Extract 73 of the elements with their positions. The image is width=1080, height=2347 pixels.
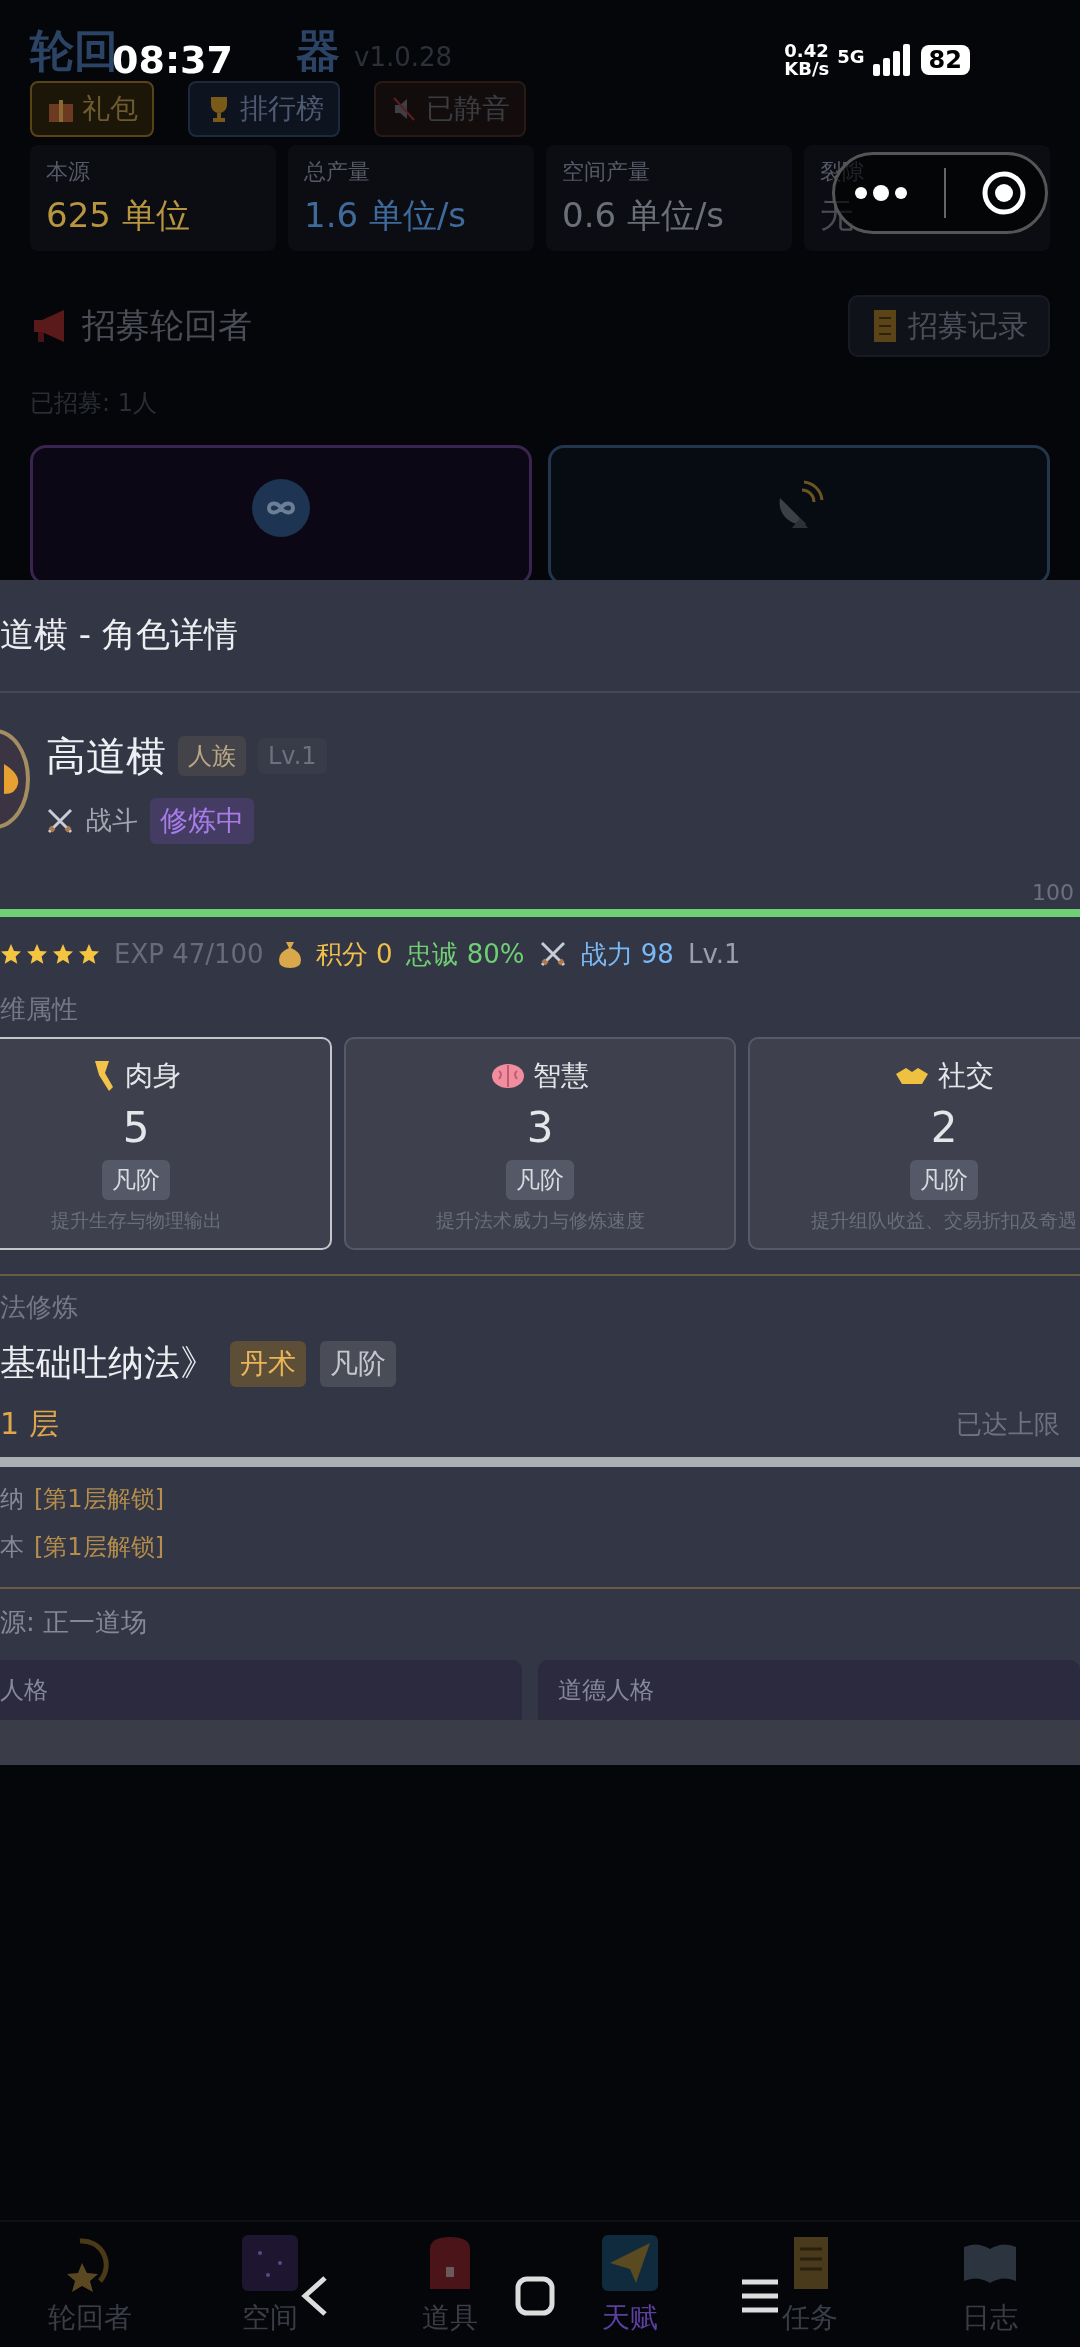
menu-icon xyxy=(740,2278,780,2314)
brain-icon xyxy=(491,1061,525,1090)
rank-tag: 凡阶 xyxy=(910,1159,978,1200)
rank-tag: 凡阶 xyxy=(102,1159,170,1200)
star-icon xyxy=(0,943,22,966)
unlock-label: [第1层解锁] xyxy=(34,1531,164,1563)
network-type: 5G xyxy=(837,46,865,67)
character-name: 高道横 xyxy=(46,731,166,781)
exp-text: EXP 47/100 xyxy=(114,939,264,970)
nav-tab[interactable]: 天赋 xyxy=(540,2232,720,2347)
points-text: 积分 0 xyxy=(315,937,393,971)
skill-name: 本 xyxy=(0,1531,24,1563)
rank-tag: 凡阶 xyxy=(506,1159,574,1200)
app-title: 器 xyxy=(296,24,340,78)
stat-label: 总产量 xyxy=(304,158,371,186)
home-icon xyxy=(515,2276,555,2316)
level-text: Lv.1 xyxy=(687,939,741,970)
net-speed: 0.42 xyxy=(784,42,830,60)
section-heading: 法修炼 xyxy=(0,1291,79,1325)
stat-value: 0.6 单位/s xyxy=(562,194,726,237)
section-heading: 维属性 xyxy=(0,992,79,1026)
personality-label: 道德人格 xyxy=(558,1675,654,1704)
star-icon xyxy=(52,943,74,966)
recruit-card[interactable] xyxy=(548,445,1050,580)
attribute-name: 肉身 xyxy=(125,1057,181,1094)
unlock-label: [第1层解锁] xyxy=(34,1483,164,1515)
technique-tag: 丹术 xyxy=(230,1340,306,1387)
more-icon xyxy=(852,183,909,203)
star-icon xyxy=(26,943,48,966)
layer-label: 1 层 xyxy=(0,1405,59,1444)
role-label: 战斗 xyxy=(86,804,138,838)
infinity-icon xyxy=(251,478,311,538)
attribute-value: 5 xyxy=(122,1102,150,1152)
nav-tab[interactable]: 道具 xyxy=(360,2232,540,2347)
recruit-card[interactable] xyxy=(30,445,532,580)
stat-value: 625 单位 xyxy=(46,194,191,237)
nav-tab[interactable]: 日志 xyxy=(900,2232,1080,2347)
loyalty-text: 忠诚 80% xyxy=(406,937,525,971)
close-target-icon xyxy=(981,170,1028,216)
limit-label: 已达上限 xyxy=(956,1408,1060,1442)
leaderboard-button[interactable]: 排行榜 xyxy=(188,81,340,137)
nav-tab[interactable]: 空间 xyxy=(180,2232,360,2347)
power-text: 战力 98 xyxy=(580,937,674,971)
crossed-swords-icon xyxy=(538,940,567,969)
starry-sky-icon xyxy=(240,2233,300,2293)
stat-value: 1.6 单位/s xyxy=(304,194,468,237)
battery-level: 82 xyxy=(920,45,970,75)
attribute-value: 3 xyxy=(526,1102,554,1152)
section-title: 招募轮回者 xyxy=(82,304,252,347)
attribute-name: 智慧 xyxy=(533,1057,589,1094)
gift-button[interactable]: 礼包 xyxy=(30,81,154,137)
technique-tag: 凡阶 xyxy=(320,1340,396,1387)
money-bag-icon xyxy=(277,940,302,969)
skill-name: 纳 xyxy=(0,1483,24,1515)
source-text: 源: 正一道场 xyxy=(0,1605,149,1639)
exp-max-label: 100 xyxy=(1032,879,1074,905)
technique-name: 基础吐纳法》 xyxy=(0,1341,216,1386)
attribute-name: 社交 xyxy=(938,1057,994,1094)
modal-title: 道横 - 角色详情 xyxy=(0,580,1080,693)
signal-icon xyxy=(872,44,913,76)
recruit-log-button[interactable]: 招募记录 xyxy=(848,295,1050,357)
stat-label: 本源 xyxy=(46,158,91,186)
level-tag: Lv.1 xyxy=(258,738,327,775)
race-tag: 人族 xyxy=(178,736,246,777)
nav-tab[interactable]: 轮回者 xyxy=(0,2232,180,2347)
stat-label: 空间产量 xyxy=(562,158,651,186)
personality-label: 人格 xyxy=(0,1675,48,1704)
status-tag: 修炼中 xyxy=(150,797,254,844)
net-speed-unit: KB/s xyxy=(784,60,830,78)
nav-tab[interactable]: 任务 xyxy=(720,2232,900,2347)
attribute-value: 2 xyxy=(930,1102,958,1152)
crossed-swords-icon xyxy=(46,806,74,835)
star-icon xyxy=(78,943,100,966)
